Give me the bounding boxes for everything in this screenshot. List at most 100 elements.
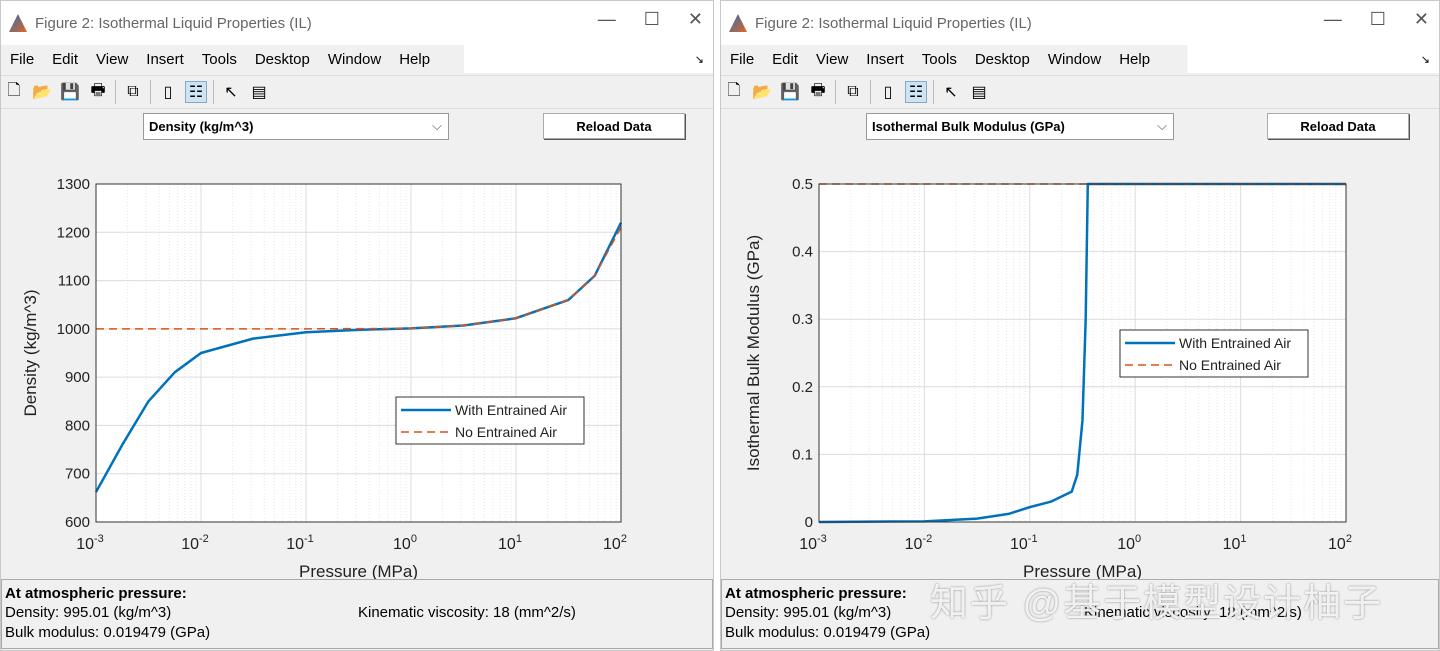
close-button[interactable]: ✕ [688, 9, 703, 30]
print-icon[interactable]: 🖶 [87, 81, 109, 103]
info-heading: At atmospheric pressure: [5, 585, 187, 602]
info-density: Density: 995.01 (kg/m^3) [725, 604, 892, 621]
y-tick-label: 1000 [57, 321, 90, 338]
menu-help[interactable]: Help [399, 51, 430, 68]
x-tick-label: 10-2 [181, 533, 209, 553]
y-tick-label: 0.5 [792, 176, 813, 193]
matlab-logo-icon [9, 14, 27, 32]
info-density: Density: 995.01 (kg/m^3) [5, 604, 172, 621]
y-tick-label: 1300 [57, 176, 90, 193]
edit-plot-arrow-icon[interactable]: ↖ [940, 81, 962, 103]
y-tick-label: 0 [805, 514, 813, 531]
dock-arrow-icon[interactable]: ↘ [1421, 53, 1430, 66]
open-file-icon[interactable]: 📂 [751, 81, 773, 103]
figure-window-left: Figure 2: Isothermal Liquid Properties (… [0, 0, 714, 651]
y-tick-label: 800 [65, 417, 90, 434]
reload-data-button[interactable]: Reload Data [1267, 113, 1409, 139]
x-tick-label: 101 [1223, 533, 1247, 553]
menu-window[interactable]: Window [328, 51, 381, 68]
property-inspector-icon[interactable]: ▤ [968, 81, 990, 103]
menu-tools[interactable]: Tools [202, 51, 237, 68]
y-tick-label: 0.4 [792, 244, 813, 261]
x-tick-label: 10-2 [905, 533, 933, 553]
plot-area [96, 184, 621, 522]
minimize-button[interactable]: — [598, 9, 616, 30]
x-tick-label: 100 [393, 533, 417, 553]
watermark: 知乎 @基于模型设计柚子 [930, 583, 1384, 625]
legend-entry: No Entrained Air [455, 424, 557, 440]
menu-window[interactable]: Window [1048, 51, 1101, 68]
window-title: Figure 2: Isothermal Liquid Properties (… [35, 14, 312, 32]
x-tick-label: 100 [1117, 533, 1141, 553]
menu-view[interactable]: View [816, 51, 848, 68]
x-tick-label: 10-1 [1010, 533, 1038, 553]
menu-view[interactable]: View [96, 51, 128, 68]
menu-help[interactable]: Help [1119, 51, 1150, 68]
save-icon[interactable]: 💾 [779, 81, 801, 103]
figure-window-right: Figure 2: Isothermal Liquid Properties (… [720, 0, 1440, 651]
menu-edit[interactable]: Edit [52, 51, 78, 68]
menu-edit[interactable]: Edit [772, 51, 798, 68]
colorbar-icon[interactable]: ▯ [157, 81, 179, 103]
close-button[interactable]: ✕ [1414, 9, 1429, 30]
menu-insert[interactable]: Insert [146, 51, 184, 68]
toolbar: 🗋 📂 💾 🖶 ⧉ ▯ ☷ ↖ ▤ [1, 75, 713, 109]
menu-bar: File Edit View Insert Tools Desktop Window Help… [1, 45, 713, 73]
legend-entry: With Entrained Air [1179, 335, 1291, 351]
maximize-button[interactable]: ☐ [644, 9, 660, 30]
new-figure-icon[interactable]: 🗋 [723, 81, 745, 103]
menu-file[interactable]: File [10, 51, 34, 68]
y-tick-label: 0.1 [792, 446, 813, 463]
menu-tools[interactable]: Tools [922, 51, 957, 68]
plot-axes: 600 700 800 900 1000 1100 1200 1300 10-3 10-2 10-1… [21, 176, 627, 579]
info-viscosity: Kinematic viscosity: 18 (mm^2/s) [358, 604, 576, 621]
chevron-down-icon: ⌵ [1157, 118, 1167, 133]
save-icon[interactable]: 💾 [59, 81, 81, 103]
x-axis-label: Pressure (MPa) [299, 562, 418, 579]
open-file-icon[interactable]: 📂 [31, 81, 53, 103]
minimize-button[interactable]: — [1324, 9, 1342, 30]
link-plot-icon[interactable]: ⧉ [122, 81, 144, 103]
toolbar: 🗋 📂 💾 🖶 ⧉ ▯ ☷ ↖ ▤ [721, 75, 1439, 109]
menu-file[interactable]: File [730, 51, 754, 68]
menu-desktop[interactable]: Desktop [255, 51, 310, 68]
edit-plot-arrow-icon[interactable]: ↖ [220, 81, 242, 103]
y-tick-label: 600 [65, 514, 90, 531]
maximize-button[interactable]: ☐ [1370, 9, 1386, 30]
dock-arrow-icon[interactable]: ↘ [695, 53, 704, 66]
plot-axes: 00.10.20.30.40.510-3 10-2 10-1 100 101 102Pre… [744, 176, 1352, 579]
matlab-logo-icon [729, 14, 747, 32]
property-inspector-icon[interactable]: ▤ [248, 81, 270, 103]
title-bar: Figure 2: Isothermal Liquid Properties (… [721, 1, 1439, 45]
window-title: Figure 2: Isothermal Liquid Properties (… [755, 14, 1032, 32]
x-tick-label: 102 [603, 533, 627, 553]
reload-data-button[interactable]: Reload Data [543, 113, 685, 139]
legend-icon[interactable]: ☷ [905, 81, 927, 103]
y-tick-label: 0.2 [792, 379, 813, 396]
menu-bar: File Edit View Insert Tools Desktop Window Help… [721, 45, 1439, 73]
info-bulk-modulus: Bulk modulus: 0.019479 (GPa) [725, 624, 931, 641]
x-tick-label: 101 [498, 533, 522, 553]
menu-insert[interactable]: Insert [866, 51, 904, 68]
info-bulk-modulus: Bulk modulus: 0.019479 (GPa) [5, 624, 211, 641]
x-tick-label: 10-1 [286, 533, 314, 553]
y-axis-label: Isothermal Bulk Modulus (GPa) [744, 235, 763, 471]
property-dropdown[interactable]: Density (kg/m^3) ⌵ [143, 113, 449, 140]
info-heading: At atmospheric pressure: [725, 585, 907, 602]
y-tick-label: 1100 [58, 273, 90, 290]
chevron-down-icon: ⌵ [432, 118, 442, 133]
y-tick-label: 0.3 [792, 311, 813, 328]
title-bar: Figure 2: Isothermal Liquid Properties (… [1, 1, 713, 45]
colorbar-icon[interactable]: ▯ [877, 81, 899, 103]
legend-entry: With Entrained Air [455, 402, 567, 418]
legend-icon[interactable]: ☷ [185, 81, 207, 103]
menu-desktop[interactable]: Desktop [975, 51, 1030, 68]
y-tick-label: 900 [65, 369, 90, 386]
property-dropdown[interactable]: Isothermal Bulk Modulus (GPa) ⌵ [866, 113, 1174, 140]
link-plot-icon[interactable]: ⧉ [842, 81, 864, 103]
print-icon[interactable]: 🖶 [807, 81, 829, 103]
new-figure-icon[interactable]: 🗋 [3, 81, 25, 103]
y-tick-label: 700 [65, 466, 90, 483]
x-tick-label: 10-3 [76, 533, 104, 553]
legend-entry: No Entrained Air [1179, 357, 1281, 373]
